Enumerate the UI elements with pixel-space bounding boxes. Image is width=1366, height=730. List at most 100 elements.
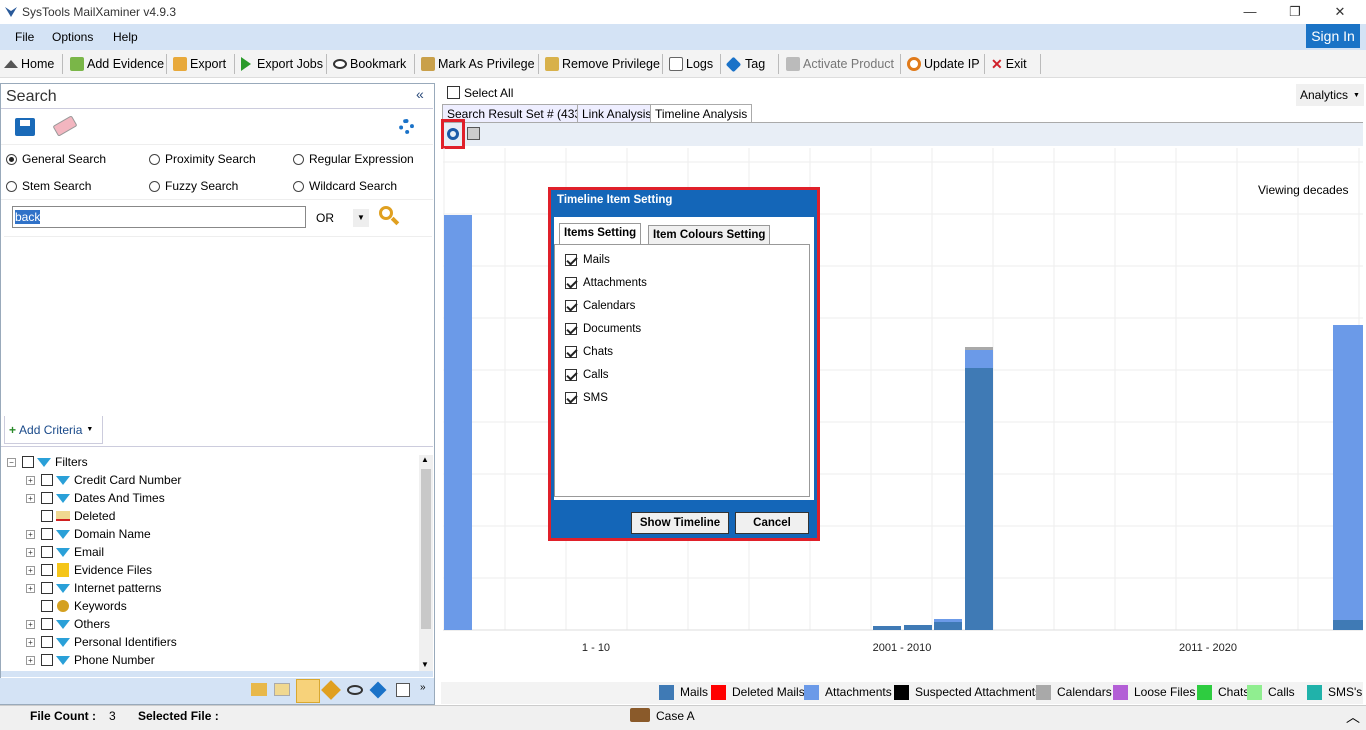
remove-privilege-button[interactable]: Remove Privilege — [545, 55, 660, 73]
radio-selected[interactable] — [6, 154, 17, 166]
item-attachments[interactable]: Attachments — [565, 275, 647, 291]
tab-timeline-analysis[interactable]: Timeline Analysis — [650, 104, 753, 122]
fuzzy-search-option[interactable]: Fuzzy Search — [149, 179, 238, 193]
update-ip-button[interactable]: Update IP — [907, 55, 980, 73]
calendars-checkbox[interactable] — [565, 300, 577, 312]
add-evidence-button[interactable]: Add Evidence — [70, 55, 164, 73]
filters-checkbox[interactable] — [22, 456, 34, 468]
filter-item[interactable]: + Others — [26, 615, 110, 633]
search-active-icon[interactable] — [296, 679, 320, 703]
documents-checkbox[interactable] — [565, 323, 577, 335]
proximity-search-option[interactable]: Proximity Search — [149, 152, 256, 166]
item-chats[interactable]: Chats — [565, 344, 613, 360]
filter-item[interactable]: + Credit Card Number — [26, 471, 181, 489]
sms-checkbox[interactable] — [565, 392, 577, 404]
wildcard-search-option[interactable]: Wildcard Search — [293, 179, 397, 193]
general-search-option[interactable]: General Search — [6, 152, 106, 166]
activate-product-button[interactable]: Activate Product — [786, 55, 894, 73]
filters-root[interactable]: − Filters — [7, 453, 88, 471]
filter-checkbox[interactable] — [41, 492, 53, 504]
filter-checkbox[interactable] — [41, 618, 53, 630]
filter-item[interactable]: + Evidence Files — [26, 561, 152, 579]
radio[interactable] — [149, 181, 160, 193]
gear-icon[interactable] — [399, 119, 414, 134]
collapse-panel-button[interactable]: « — [416, 86, 424, 102]
calls-checkbox[interactable] — [565, 369, 577, 381]
expand-icon[interactable]: + — [26, 475, 35, 485]
scroll-up-icon[interactable]: ▲ — [421, 455, 429, 464]
filter-checkbox[interactable] — [41, 564, 53, 576]
filter-item[interactable]: + Email — [26, 543, 104, 561]
menu-options[interactable]: Options — [52, 30, 93, 44]
radio[interactable] — [293, 181, 304, 193]
filter-checkbox[interactable] — [41, 600, 53, 612]
filter-item[interactable]: + Phone Number — [26, 651, 155, 669]
filter-item[interactable]: + Personal Identifiers — [26, 633, 177, 651]
save-icon[interactable] — [15, 118, 35, 136]
mail-open-icon[interactable] — [274, 683, 290, 696]
bookmark-button[interactable]: Bookmark — [333, 55, 406, 73]
tab-link-analysis[interactable]: Link Analysis — [577, 104, 657, 122]
mail-icon[interactable] — [251, 683, 267, 696]
expand-icon[interactable]: + — [26, 547, 35, 557]
tab-item-colours-setting[interactable]: Item Colours Setting — [648, 225, 771, 245]
cancel-button[interactable]: Cancel — [735, 512, 809, 534]
item-sms[interactable]: SMS — [565, 390, 608, 406]
radio[interactable] — [6, 181, 17, 193]
filter-checkbox[interactable] — [41, 528, 53, 540]
filter-item[interactable]: + Dates And Times — [26, 489, 165, 507]
attachments-checkbox[interactable] — [565, 277, 577, 289]
expand-icon[interactable]: + — [26, 529, 35, 539]
regular-expression-option[interactable]: Regular Expression — [293, 152, 414, 166]
stem-search-option[interactable]: Stem Search — [6, 179, 91, 193]
show-timeline-button[interactable]: Show Timeline — [631, 512, 729, 534]
expand-icon[interactable]: + — [26, 493, 35, 503]
filter-item[interactable]: + Domain Name — [26, 525, 151, 543]
print-icon[interactable] — [467, 127, 480, 140]
tab-items-setting[interactable]: Items Setting — [559, 223, 642, 245]
eye-icon[interactable] — [347, 685, 363, 695]
add-criteria-button[interactable]: + Add Criteria ▼ — [4, 416, 103, 444]
item-calendars[interactable]: Calendars — [565, 298, 635, 314]
splitter-handle[interactable] — [1, 671, 433, 677]
logs-button[interactable]: Logs — [669, 55, 713, 73]
tag-button[interactable]: Tag — [725, 55, 765, 73]
analytics-dropdown[interactable]: Analytics ▼ — [1296, 84, 1364, 106]
select-all-checkbox[interactable] — [447, 85, 460, 100]
scroll-down-icon[interactable]: ▼ — [421, 660, 429, 669]
item-mails[interactable]: Mails — [565, 252, 610, 268]
timeline-settings-icon[interactable] — [447, 128, 459, 140]
item-calls[interactable]: Calls — [565, 367, 609, 383]
expand-icon[interactable]: + — [26, 583, 35, 593]
operator-dropdown-icon[interactable]: ▼ — [353, 209, 369, 227]
export-button[interactable]: Export — [173, 55, 226, 73]
search-input[interactable]: back — [12, 206, 306, 228]
collapse-icon[interactable]: − — [7, 457, 16, 467]
filter-item[interactable]: + Internet patterns — [26, 579, 161, 597]
filter-checkbox[interactable] — [41, 582, 53, 594]
filter-checkbox[interactable] — [41, 636, 53, 648]
filter-checkbox[interactable] — [41, 510, 53, 522]
expand-icon[interactable]: + — [26, 637, 35, 647]
sign-in-button[interactable]: Sign In — [1306, 24, 1360, 48]
chats-checkbox[interactable] — [565, 346, 577, 358]
operator-select[interactable]: OR — [316, 211, 334, 225]
close-icon[interactable]: ✕ — [1320, 2, 1360, 22]
radio[interactable] — [149, 154, 160, 166]
mails-checkbox[interactable] — [565, 254, 577, 266]
expand-icon[interactable]: + — [26, 565, 35, 575]
filter-item[interactable]: Deleted — [26, 507, 115, 525]
home-button[interactable]: Home — [4, 55, 54, 73]
export-jobs-button[interactable]: Export Jobs — [241, 55, 323, 73]
expand-icon[interactable]: + — [26, 619, 35, 629]
expand-icon[interactable]: + — [26, 655, 35, 665]
radio[interactable] — [293, 154, 304, 166]
filter-checkbox[interactable] — [41, 474, 53, 486]
item-documents[interactable]: Documents — [565, 321, 641, 337]
menu-help[interactable]: Help — [113, 30, 138, 44]
filter-checkbox[interactable] — [41, 654, 53, 666]
filter-checkbox[interactable] — [41, 546, 53, 558]
mark-privilege-button[interactable]: Mark As Privilege — [421, 55, 535, 73]
filter-item[interactable]: Keywords — [26, 597, 127, 615]
chevron-up-icon[interactable]: ︿ — [1346, 707, 1360, 727]
